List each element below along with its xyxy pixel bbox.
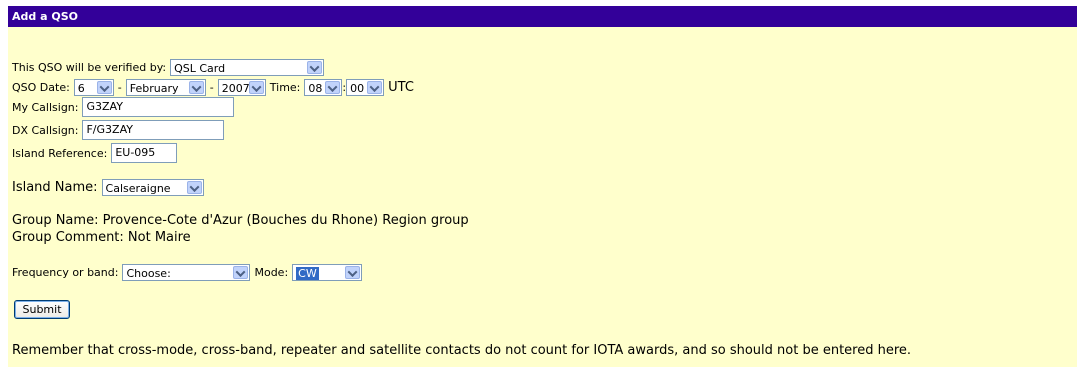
chevron-down-icon <box>96 81 112 94</box>
minute-value: 00 <box>350 82 365 95</box>
month-select[interactable]: February <box>125 79 206 96</box>
my-callsign-input[interactable]: G3ZAY <box>82 97 235 117</box>
island-ref-label: Island Reference: <box>12 146 108 160</box>
date-separator: - <box>117 81 122 94</box>
iota-note: Remember that cross-mode, cross-band, re… <box>12 343 912 358</box>
chevron-down-icon <box>325 81 341 94</box>
day-value: 6 <box>77 82 85 95</box>
timezone-label: UTC <box>388 80 414 95</box>
date-row: QSO Date: 6 - February - 2007 Time: 08 :… <box>12 79 414 96</box>
frequency-value: Choose: <box>126 267 171 280</box>
dx-callsign-input[interactable]: F/G3ZAY <box>82 120 225 140</box>
mode-select[interactable]: CW <box>292 264 363 281</box>
verified-label: This QSO will be verified by: <box>12 61 167 74</box>
frequency-row: Frequency or band: Choose: Mode: CW <box>12 264 363 281</box>
island-ref-row: Island Reference: EU-095 <box>12 143 178 163</box>
chevron-down-icon <box>186 181 202 194</box>
verified-row: This QSO will be verified by: QSL Card <box>12 59 325 76</box>
date-label: QSO Date: <box>12 81 70 94</box>
chevron-down-icon <box>233 266 249 279</box>
group-comment: Group Comment: Not Maire <box>12 230 191 245</box>
panel-header: Add a QSO <box>8 6 1077 27</box>
chevron-down-icon <box>248 81 264 94</box>
year-select[interactable]: 2007 <box>217 79 266 96</box>
minute-select[interactable]: 00 <box>346 79 385 96</box>
month-value: February <box>129 82 179 95</box>
verified-value: QSL Card <box>174 62 226 75</box>
mode-label: Mode: <box>254 266 289 279</box>
my-callsign-row: My Callsign: G3ZAY <box>12 97 235 117</box>
frequency-select[interactable]: Choose: <box>122 264 251 281</box>
submit-button[interactable]: Submit <box>14 300 70 319</box>
hour-select[interactable]: 08 <box>304 79 343 96</box>
island-name-select[interactable]: Calseraigne <box>101 179 204 196</box>
chevron-down-icon <box>188 81 204 94</box>
group-name: Group Name: Provence-Cote d'Azur (Bouche… <box>12 213 469 228</box>
island-name-row: Island Name: Calseraigne <box>12 179 204 196</box>
island-ref-input[interactable]: EU-095 <box>111 143 178 163</box>
chevron-down-icon <box>307 61 323 74</box>
my-callsign-label: My Callsign: <box>12 100 79 114</box>
mode-value: CW <box>296 267 319 280</box>
chevron-down-icon <box>367 81 383 94</box>
year-value: 2007 <box>221 82 250 95</box>
frequency-label: Frequency or band: <box>12 266 119 279</box>
verified-select[interactable]: QSL Card <box>170 59 325 76</box>
date-separator: - <box>209 81 214 94</box>
island-name-value: Calseraigne <box>105 182 171 195</box>
time-label: Time: <box>269 81 301 94</box>
day-select[interactable]: 6 <box>73 79 114 96</box>
dx-callsign-row: DX Callsign: F/G3ZAY <box>12 120 225 140</box>
dx-callsign-label: DX Callsign: <box>12 123 79 137</box>
island-name-label: Island Name: <box>12 180 98 195</box>
add-qso-panel: Add a QSO This QSO will be verified by: … <box>8 6 1077 367</box>
chevron-down-icon <box>345 266 361 279</box>
hour-value: 08 <box>308 82 323 95</box>
